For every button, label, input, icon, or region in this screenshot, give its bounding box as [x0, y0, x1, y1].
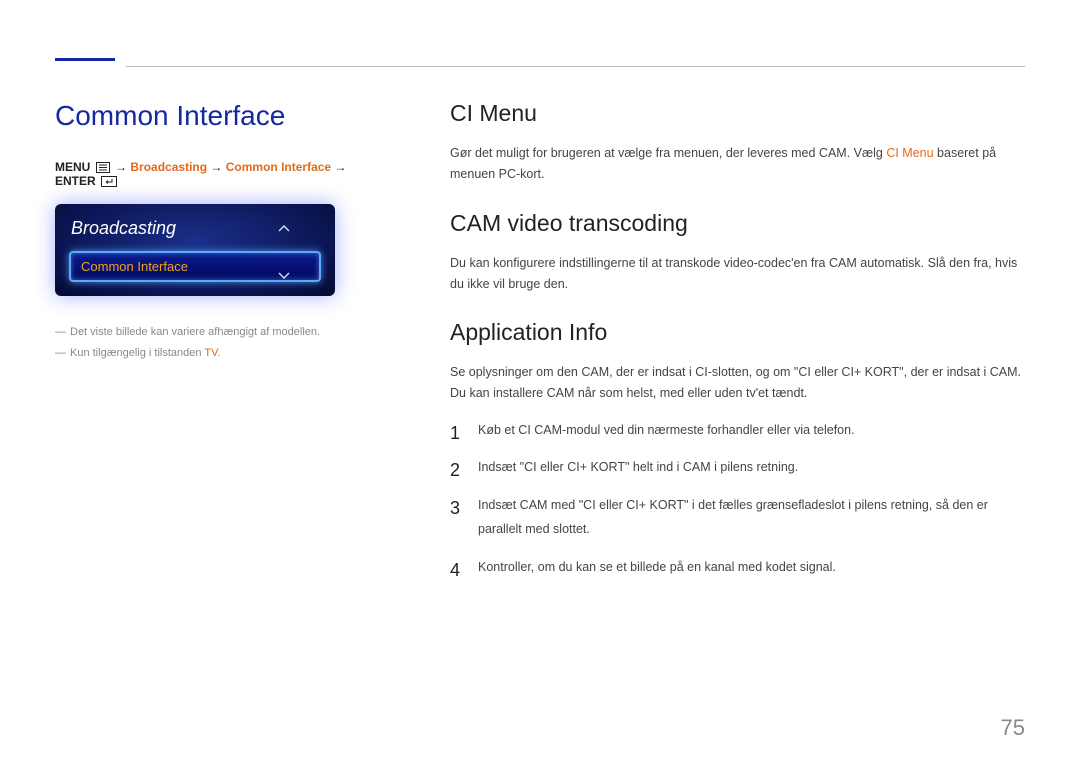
enter-icon	[101, 176, 117, 187]
step-item: Kontroller, om du kan se et billede på e…	[450, 556, 1025, 580]
note-2-text-c: .	[217, 347, 220, 359]
note-1-text: Det viste billede kan variere afhængigt …	[70, 326, 320, 338]
ci-menu-p-a: Gør det muligt for brugeren at vælge fra…	[450, 146, 886, 160]
breadcrumb-menu-label: MENU	[55, 160, 90, 174]
section-ci-menu-text: Gør det muligt for brugeren at vælge fra…	[450, 143, 1025, 186]
right-column: CI Menu Gør det muligt for brugeren at v…	[450, 100, 1025, 593]
section-cam-video-heading: CAM video transcoding	[450, 210, 1025, 237]
breadcrumb: MENU → Broadcasting → Common Interface →…	[55, 160, 365, 188]
note-line-1: ― Det viste billede kan variere afhængigt…	[55, 322, 365, 343]
section-cam-video-text: Du kan konfigurere indstillingerne til a…	[450, 253, 1025, 296]
breadcrumb-enter-label: ENTER	[55, 174, 96, 188]
step-item: Indsæt CAM med "CI eller CI+ KORT" i det…	[450, 494, 1025, 542]
notes-block: ― Det viste billede kan variere afhængigt…	[55, 322, 365, 364]
chevron-up-icon	[277, 222, 291, 232]
breadcrumb-broadcasting: Broadcasting	[130, 160, 207, 174]
note-2-tv: TV	[204, 347, 217, 359]
page-number: 75	[1001, 715, 1025, 741]
section-ci-menu-heading: CI Menu	[450, 100, 1025, 127]
breadcrumb-arrow: →	[334, 160, 346, 174]
step-item: Køb et CI CAM-modul ved din nærmeste for…	[450, 419, 1025, 443]
breadcrumb-common-interface: Common Interface	[226, 160, 331, 174]
breadcrumb-arrow: →	[115, 160, 127, 174]
section-app-info-text: Se oplysninger om den CAM, der er indsat…	[450, 362, 1025, 405]
ci-menu-p-b: CI Menu	[886, 146, 933, 160]
note-dash: ―	[55, 347, 66, 359]
chevron-down-icon	[277, 268, 291, 278]
osd-scroll-chevrons	[277, 222, 291, 278]
app-info-steps: Køb et CI CAM-modul ved din nærmeste for…	[450, 419, 1025, 580]
menu-icon	[96, 162, 110, 173]
step-item: Indsæt "CI eller CI+ KORT" helt ind i CA…	[450, 456, 1025, 480]
note-dash: ―	[55, 326, 66, 338]
top-horizontal-rule	[126, 66, 1025, 67]
osd-preview-panel: Broadcasting Common Interface	[55, 204, 335, 296]
note-2-text-a: Kun tilgængelig i tilstanden	[70, 347, 204, 359]
note-line-2: ― Kun tilgængelig i tilstanden TV.	[55, 343, 365, 364]
page-title: Common Interface	[55, 100, 365, 132]
top-accent-bar	[55, 58, 115, 61]
left-column: Common Interface MENU → Broadcasting → C…	[55, 100, 365, 364]
breadcrumb-arrow: →	[210, 160, 222, 174]
section-app-info-heading: Application Info	[450, 319, 1025, 346]
